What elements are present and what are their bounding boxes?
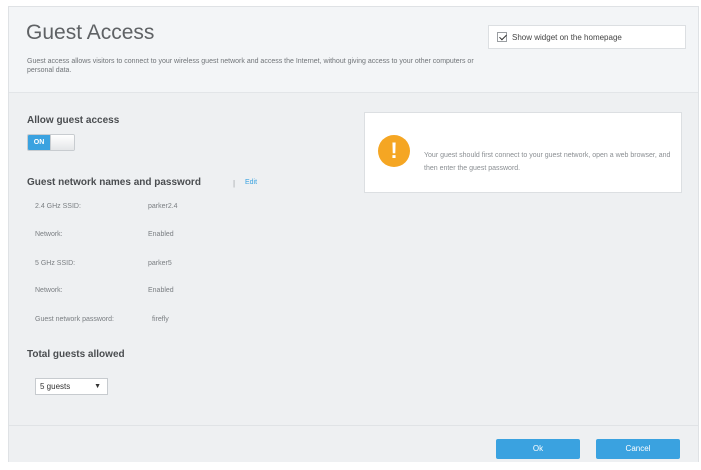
toggle-knob: [50, 135, 74, 150]
header: Guest Access Guest access allows visitor…: [9, 7, 698, 93]
ok-button[interactable]: Ok: [496, 439, 580, 459]
allow-guest-toggle[interactable]: ON: [27, 134, 75, 151]
total-guests-selected: 5 guests: [40, 382, 71, 391]
guest-password-value: firefly: [152, 316, 169, 323]
page-title: Guest Access: [26, 21, 155, 44]
allow-guest-title: Allow guest access: [27, 115, 120, 126]
notice-text: Your guest should first connect to your …: [424, 152, 671, 172]
show-widget-checkbox-container[interactable]: Show widget on the homepage: [488, 25, 686, 49]
ssid-24-label: 2.4 GHz SSID:: [35, 203, 81, 210]
guest-networks-title: Guest network names and password: [27, 177, 201, 188]
toggle-on-label: ON: [28, 135, 50, 150]
edit-link[interactable]: Edit: [245, 179, 257, 186]
edit-separator: |: [233, 179, 236, 188]
total-guests-select[interactable]: 5 guests ▼: [35, 378, 108, 395]
ssid-5-value: parker5: [148, 260, 172, 267]
show-widget-checkbox[interactable]: [497, 32, 507, 42]
warning-icon: !: [378, 135, 410, 167]
network-24-label: Network:: [35, 231, 63, 238]
ssid-5-label: 5 GHz SSID:: [35, 260, 76, 267]
guest-password-label: Guest network password:: [35, 316, 114, 323]
network-24-value: Enabled: [148, 231, 174, 238]
show-widget-label: Show widget on the homepage: [512, 32, 622, 42]
guest-notice: ! Your guest should first connect to you…: [364, 112, 682, 193]
total-guests-title: Total guests allowed: [27, 349, 125, 360]
cancel-button[interactable]: Cancel: [596, 439, 680, 459]
page-description: Guest access allows visitors to connect …: [27, 58, 474, 74]
footer: Ok Cancel: [9, 425, 698, 462]
ssid-24-value: parker2.4: [148, 203, 178, 210]
network-5-label: Network:: [35, 287, 63, 294]
chevron-down-icon: ▼: [94, 383, 101, 390]
network-5-value: Enabled: [148, 287, 174, 294]
guest-access-panel: × Guest Access Guest access allows visit…: [8, 6, 699, 462]
